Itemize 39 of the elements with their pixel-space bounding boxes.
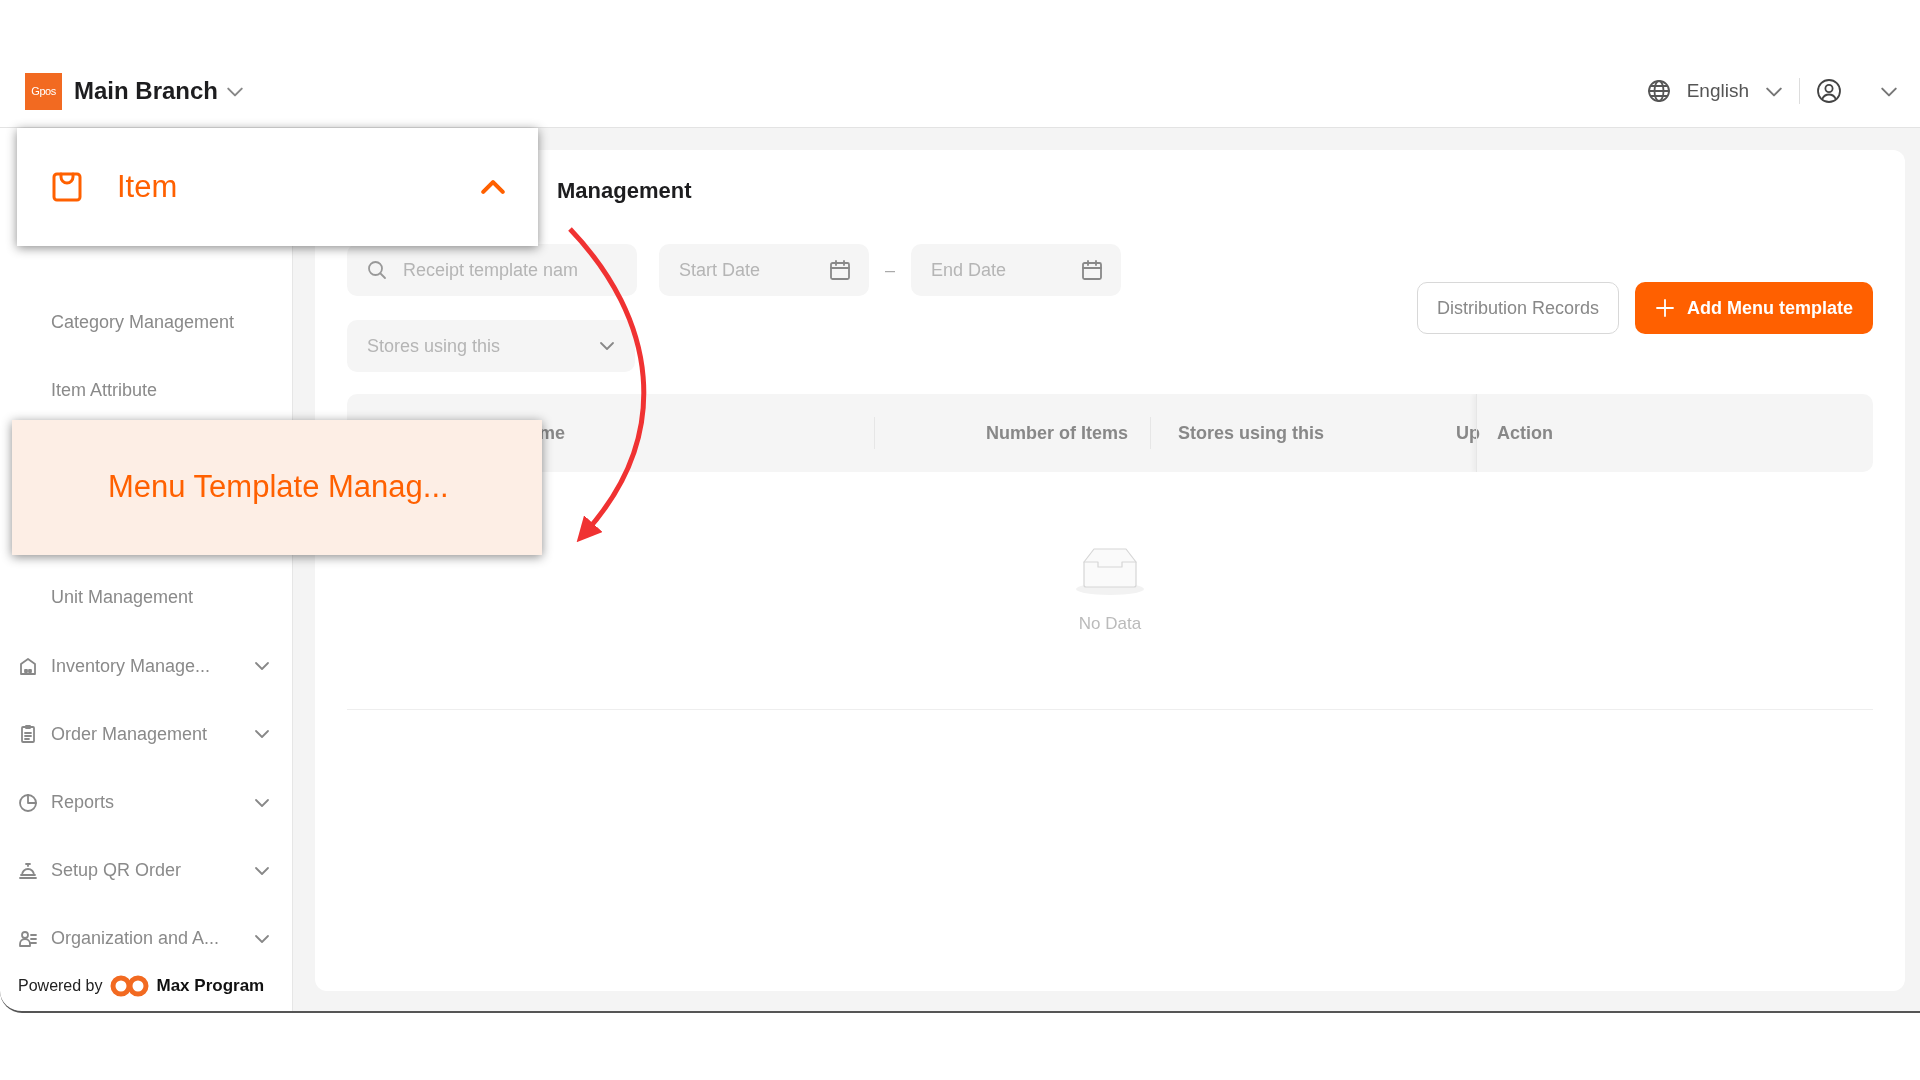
search-icon [367,260,387,280]
sidebar-item[interactable]: Category Management [0,288,292,357]
warehouse-icon [18,656,38,677]
logo: Gpos [25,72,62,110]
page-title: Management [556,177,693,205]
column-header: Stores using this [1178,421,1325,445]
add-button[interactable]: Add Menu template [1635,282,1873,334]
column-header: Up [1456,421,1480,445]
plus-icon [1655,298,1675,318]
search-field[interactable]: Receipt template nam [347,244,637,296]
powered-by-text: Powered by [18,976,103,997]
sidebar-item[interactable]: Inventory Manage... [0,631,292,701]
sidebar-item[interactable]: Unit Management [0,563,292,632]
pie-chart-icon [18,792,38,813]
brand-name: Max Program [156,975,265,998]
zoomed-menu-group[interactable]: Item [17,128,538,246]
empty-message: No Data [1078,612,1142,635]
user-list-icon [18,928,38,949]
zoomed-menu-item[interactable]: Menu Template Manag... [12,420,542,555]
language-selector[interactable]: English [1686,76,1749,106]
date-separator: – [885,258,895,282]
date-field[interactable]: End Date [911,244,1121,296]
column-header: Number of Items [985,421,1128,445]
sidebar-item[interactable]: Setup QR Order [0,836,292,905]
distribution-records-button[interactable]: Distribution Records [1416,282,1619,334]
sidebar-item[interactable]: Order Management [0,700,292,769]
branch-name[interactable]: Main Branch [74,73,219,109]
date-field[interactable]: Start Date [659,244,869,296]
shopping-bag-icon [51,171,83,203]
calendar-icon [829,259,851,281]
column-header: Action [1497,421,1553,445]
clipboard-icon [18,724,38,745]
calendar-icon [1081,259,1103,281]
sidebar-item[interactable]: Organization and A... [0,904,292,974]
user-avatar-icon [1816,78,1842,104]
service-bell-icon [18,860,38,881]
globe-icon [1646,79,1671,103]
sidebar-item[interactable]: Reports [0,768,292,837]
store-filter-dropdown[interactable]: Stores using this [347,320,635,372]
